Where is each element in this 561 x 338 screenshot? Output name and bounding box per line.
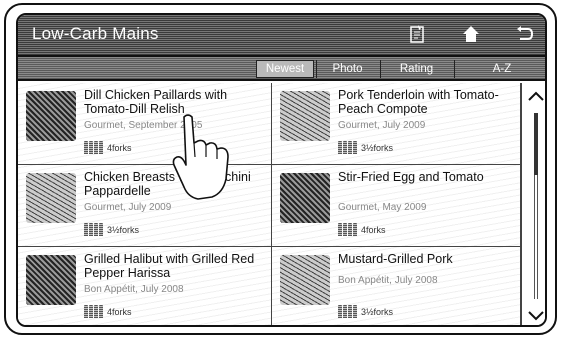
rating: 4forks (84, 141, 132, 154)
rating-label: 4forks (107, 142, 132, 153)
device-frame: Low-Carb Mains Newest Photo Rating A-Z D… (4, 3, 557, 335)
tab-rating[interactable]: Rating (380, 60, 452, 78)
recipe-thumbnail (26, 91, 76, 141)
app-screen: Low-Carb Mains Newest Photo Rating A-Z D… (16, 13, 547, 327)
recipe-source: Gourmet, July 2009 (338, 120, 426, 131)
recipe-card[interactable]: Mustard-Grilled Pork Bon Appétit, July 2… (272, 247, 521, 325)
recipe-source: Bon Appétit, July 2008 (338, 275, 438, 286)
recipe-card[interactable]: Grilled Halibut with Grilled Red Pepper … (18, 247, 272, 325)
recipe-card[interactable]: Stir-Fried Egg and Tomato Gourmet, May 2… (272, 165, 521, 247)
recipe-thumbnail (280, 255, 330, 305)
recipe-thumbnail (26, 173, 76, 223)
scrollbar[interactable] (521, 83, 545, 325)
back-icon[interactable] (514, 24, 536, 44)
tab-newest[interactable]: Newest (256, 60, 314, 78)
recipe-thumbnail (26, 255, 76, 305)
recipe-title: Dill Chicken Paillards with Tomato-Dill … (84, 88, 228, 116)
rating-label: 3½forks (107, 224, 140, 235)
rating: 4forks (84, 305, 132, 318)
recipe-grid: Dill Chicken Paillards with Tomato-Dill … (18, 83, 521, 325)
recipe-title: Mustard-Grilled Pork (338, 252, 453, 266)
recipe-source: Gourmet, May 2009 (338, 202, 427, 213)
fork-rating-icon (338, 305, 357, 318)
scroll-down-icon[interactable] (526, 307, 545, 325)
rating: 3½forks (84, 223, 139, 236)
page-title: Low-Carb Mains (32, 24, 159, 43)
recipe-card[interactable]: Pork Tenderloin with Tomato-Peach Compot… (272, 83, 521, 165)
recipe-title: Stir-Fried Egg and Tomato (338, 170, 484, 184)
fork-rating-icon (84, 223, 103, 236)
rating: 3½forks (338, 141, 393, 154)
recipe-source: Gourmet, July 2009 (84, 202, 172, 213)
rating: 4forks (338, 223, 386, 236)
recipe-title: Grilled Halibut with Grilled Red Pepper … (84, 252, 255, 280)
fork-rating-icon (338, 223, 357, 236)
sort-tabs: Newest Photo Rating A-Z (18, 57, 545, 81)
fork-rating-icon (338, 141, 357, 154)
scroll-track[interactable] (534, 113, 538, 299)
recipe-thumbnail (280, 173, 330, 223)
touch-hand-icon (168, 113, 238, 208)
tab-photo[interactable]: Photo (316, 60, 378, 78)
recipe-title: Pork Tenderloin with Tomato-Peach Compot… (338, 88, 499, 116)
rating-label: 3½forks (361, 142, 394, 153)
notepad-icon[interactable] (406, 24, 428, 44)
rating-label: 3½forks (361, 306, 394, 317)
scroll-thumb[interactable] (534, 113, 538, 175)
rating-label: 4forks (361, 224, 386, 235)
fork-rating-icon (84, 305, 103, 318)
fork-rating-icon (84, 141, 103, 154)
recipe-source: Bon Appétit, July 2008 (84, 284, 184, 295)
title-bar: Low-Carb Mains (18, 15, 545, 57)
rating-label: 4forks (107, 306, 132, 317)
rating: 3½forks (338, 305, 393, 318)
tab-a-z[interactable]: A-Z (454, 60, 545, 78)
scroll-up-icon[interactable] (526, 87, 545, 105)
home-icon[interactable] (460, 24, 482, 44)
recipe-thumbnail (280, 91, 330, 141)
